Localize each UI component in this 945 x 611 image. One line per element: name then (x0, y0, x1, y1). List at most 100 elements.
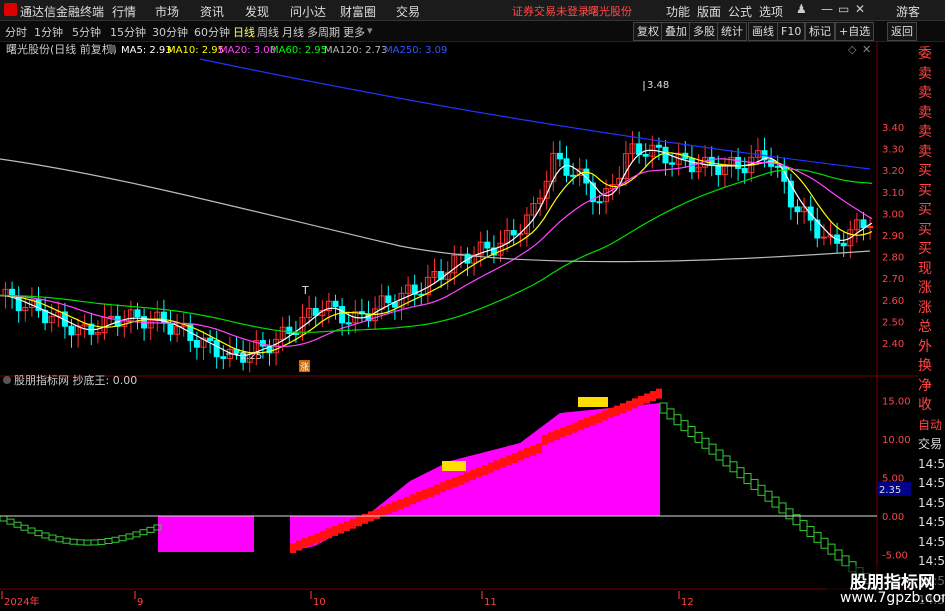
candle-body (556, 152, 563, 160)
price-tick-label: 2.90 (882, 231, 904, 242)
period-30min[interactable]: 30分钟 (152, 24, 188, 40)
candle-body (860, 219, 867, 229)
period-1min[interactable]: 1分钟 (34, 24, 63, 40)
menu-layout[interactable]: 版面 (697, 3, 721, 20)
btn-overlay[interactable]: 叠加 (661, 22, 691, 41)
login-notice[interactable]: 证券交易未登录 (512, 3, 589, 19)
more-chevron-icon[interactable]: ▾ (367, 24, 373, 37)
menu-discover[interactable]: 发现 (245, 3, 269, 20)
restore-icon[interactable]: ▭ (838, 2, 849, 16)
candle-body (193, 339, 200, 348)
indicator-step (326, 528, 332, 539)
menu-functions[interactable]: 功能 (666, 3, 690, 20)
period-multi[interactable]: 多周期 (307, 24, 340, 40)
indicator-green-step (729, 461, 738, 473)
menu-markets[interactable]: 市场 (155, 3, 179, 20)
period-tick[interactable]: 分时 (5, 24, 27, 40)
side-panel-label: 买五 (918, 239, 945, 278)
indicator-step (470, 470, 476, 481)
indicator-step (536, 443, 542, 454)
minimize-icon[interactable]: — (821, 2, 833, 16)
date-tick-label: 12 (681, 597, 694, 608)
indicator-green-step (666, 408, 675, 420)
indicator-step (560, 427, 566, 438)
chart-canvas[interactable]: 3.40 3.30 3.20 3.10 3.00 2.90 2.80 2.70 2.60 2.50… (0, 41, 945, 609)
indicator-green-step (806, 525, 815, 537)
indicator-green-step (104, 538, 113, 545)
price-tick-label: 3.00 (882, 209, 904, 220)
candle-body (292, 332, 299, 335)
period-more[interactable]: 更多 (343, 24, 365, 40)
indicator-green-step (48, 534, 57, 541)
guest-label[interactable]: 游客 (896, 3, 920, 20)
candle-body (68, 325, 75, 336)
period-daily[interactable]: 日线 (233, 24, 255, 40)
btn-back[interactable]: 返回 (887, 22, 917, 41)
indicator-step (314, 533, 320, 544)
date-tick-label: 9 (137, 597, 143, 608)
period-60min[interactable]: 60分钟 (194, 24, 230, 40)
side-panel-label: 收益 (918, 395, 945, 434)
period-weekly[interactable]: 周线 (257, 24, 279, 40)
menu-wealth[interactable]: 财富圈 (340, 3, 376, 20)
btn-add-watch[interactable]: +自选 (835, 22, 875, 41)
indicator-green-step (743, 473, 752, 485)
candle-body (345, 322, 352, 325)
ma120-label: MA120: 2.73 (324, 45, 387, 56)
side-panel-label: 买二 (918, 180, 945, 220)
ma120-line (0, 158, 871, 263)
indicator-step (512, 453, 518, 463)
panel-close-icon[interactable]: ✕ (862, 43, 871, 56)
price-tick-label: 3.20 (882, 166, 904, 177)
price-tick-label: 3.40 (882, 123, 904, 134)
indicator-step (548, 432, 554, 443)
btn-mark[interactable]: 标记 (805, 22, 835, 41)
user-icon[interactable]: ♟ (796, 2, 807, 16)
ma60-label: MA60: 2.95 (270, 45, 327, 56)
period-15min[interactable]: 15分钟 (110, 24, 146, 40)
candle-body (708, 156, 715, 166)
indicator-green-step (55, 536, 64, 543)
indicator-green-step (34, 530, 43, 537)
menu-formula[interactable]: 公式 (728, 3, 752, 20)
panel-diamond-icon[interactable]: ◇ (848, 43, 857, 56)
menu-market[interactable]: 行情 (112, 3, 136, 20)
btn-draw[interactable]: 画线 (748, 22, 778, 41)
btn-multi-stock[interactable]: 多股 (689, 22, 719, 41)
period-5min[interactable]: 5分钟 (72, 24, 101, 40)
period-monthly[interactable]: 月线 (282, 24, 304, 40)
indicator-step (590, 415, 596, 426)
ma5-label: MA5: 2.93 (121, 45, 172, 56)
settings-dot-icon[interactable] (108, 45, 116, 53)
btn-f10[interactable]: F10 (777, 22, 806, 41)
ma20-label: MA20: 3.08 (219, 45, 276, 56)
notice-stock[interactable]: 曙光股份 (588, 3, 632, 19)
btn-stats[interactable]: 统计 (717, 22, 747, 41)
candle-body (820, 236, 827, 239)
candle-body (9, 288, 16, 297)
indicator-step (302, 538, 308, 549)
indicator-green-step (785, 508, 794, 520)
candle-body (563, 158, 570, 176)
price-tick-label: 2.40 (882, 339, 904, 350)
low-annotation: 2.25 (240, 351, 262, 362)
indicator-settings-icon[interactable] (3, 376, 11, 384)
candle-body (669, 162, 676, 165)
date-tick-label: 2024年 (4, 595, 39, 608)
menu-trade[interactable]: 交易 (396, 3, 420, 20)
menu-options[interactable]: 选项 (759, 3, 783, 20)
indicator-green-step (764, 490, 773, 502)
indicator-bars[interactable] (0, 388, 878, 590)
indicator-step (494, 460, 500, 471)
menu-ask[interactable]: 问小达 (290, 3, 326, 20)
side-panel-label: 总量 (918, 317, 945, 356)
side-panel-label: 14:56 (918, 453, 945, 475)
side-panel-label: 14:56 (918, 473, 945, 494)
app-logo-icon (4, 3, 17, 16)
menu-news[interactable]: 资讯 (200, 3, 224, 20)
indicator-step (650, 391, 656, 402)
close-icon[interactable]: ✕ (855, 2, 865, 16)
indicator-green-step (708, 443, 717, 455)
btn-adjust[interactable]: 复权 (633, 22, 663, 41)
top-menu-bar: 通达信金融终端 行情 市场 资讯 发现 问小达 财富圈 交易 证券交易未登录 曙… (0, 0, 945, 21)
